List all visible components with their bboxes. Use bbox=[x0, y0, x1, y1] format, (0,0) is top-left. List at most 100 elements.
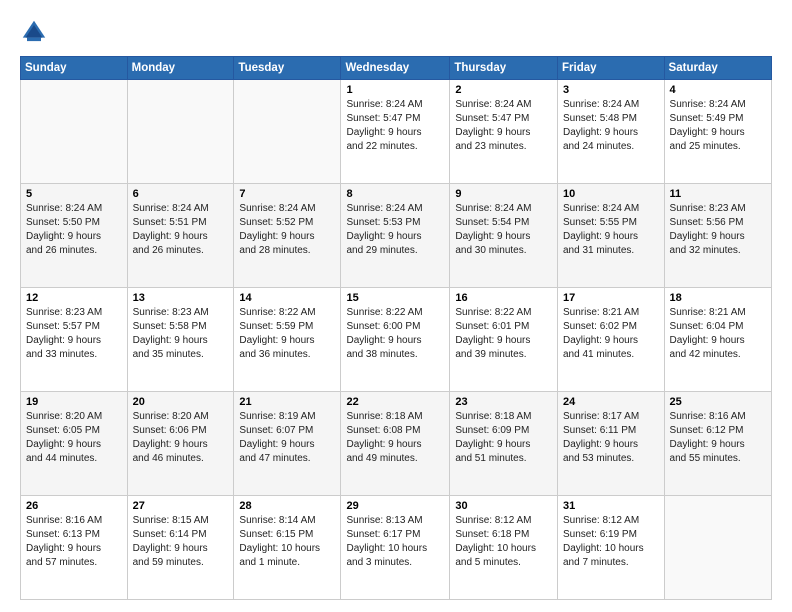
day-cell-8: 8 Sunrise: 8:24 AM Sunset: 5:53 PM Daylig… bbox=[341, 184, 450, 288]
day-number: 13 bbox=[133, 292, 229, 304]
day-cell-6: 6 Sunrise: 8:24 AM Sunset: 5:51 PM Daylig… bbox=[127, 184, 234, 288]
day-number: 7 bbox=[239, 188, 335, 200]
day-cell-2: 2Sunrise: 8:24 AM Sunset: 5:47 PM Daylig… bbox=[450, 80, 558, 184]
weekday-header-wednesday: Wednesday bbox=[341, 57, 450, 80]
day-number: 8 bbox=[346, 188, 444, 200]
day-cell-30: 30Sunrise: 8:12 AM Sunset: 6:18 PM Dayli… bbox=[450, 496, 558, 600]
calendar-page: SundayMondayTuesdayWednesdayThursdayFrid… bbox=[0, 0, 792, 612]
day-cell-14: 14 Sunrise: 8:22 AM Sunset: 5:59 PM Dayli… bbox=[234, 288, 341, 392]
day-info: Sunrise: 8:24 AM Sunset: 5:47 PM Dayligh… bbox=[346, 98, 444, 154]
weekday-header-sunday: Sunday bbox=[21, 57, 128, 80]
day-cell-15: 15 Sunrise: 8:22 AM Sunset: 6:00 PM Dayli… bbox=[341, 288, 450, 392]
day-cell-21: 21 Sunrise: 8:19 AM Sunset: 6:07 PM Dayli… bbox=[234, 392, 341, 496]
day-info: Sunrise: 8:12 AM Sunset: 6:19 PM Dayligh… bbox=[563, 514, 659, 570]
day-info: Sunrise: 8:22 AM Sunset: 6:00 PM Dayligh… bbox=[346, 306, 444, 362]
day-cell-13: 13 Sunrise: 8:23 AM Sunset: 5:58 PM Dayli… bbox=[127, 288, 234, 392]
day-info: Sunrise: 8:18 AM Sunset: 6:08 PM Dayligh… bbox=[346, 410, 444, 466]
weekday-row: SundayMondayTuesdayWednesdayThursdayFrid… bbox=[21, 57, 772, 80]
day-cell-5: 5Sunrise: 8:24 AM Sunset: 5:50 PM Daylig… bbox=[21, 184, 128, 288]
day-cell-26: 26 Sunrise: 8:16 AM Sunset: 6:13 PM Dayli… bbox=[21, 496, 128, 600]
day-number: 25 bbox=[670, 396, 766, 408]
day-cell-4: 4Sunrise: 8:24 AM Sunset: 5:49 PM Daylig… bbox=[664, 80, 771, 184]
logo-icon bbox=[20, 18, 48, 46]
day-number: 16 bbox=[455, 292, 552, 304]
day-info: Sunrise: 8:22 AM Sunset: 6:01 PM Dayligh… bbox=[455, 306, 552, 362]
day-info: Sunrise: 8:20 AM Sunset: 6:05 PM Dayligh… bbox=[26, 410, 122, 466]
day-info: Sunrise: 8:23 AM Sunset: 5:57 PM Dayligh… bbox=[26, 306, 122, 362]
day-info: Sunrise: 8:21 AM Sunset: 6:02 PM Dayligh… bbox=[563, 306, 659, 362]
weekday-header-saturday: Saturday bbox=[664, 57, 771, 80]
day-info: Sunrise: 8:24 AM Sunset: 5:48 PM Dayligh… bbox=[563, 98, 659, 154]
day-number: 12 bbox=[26, 292, 122, 304]
day-info: Sunrise: 8:13 AM Sunset: 6:17 PM Dayligh… bbox=[346, 514, 444, 570]
day-info: Sunrise: 8:24 AM Sunset: 5:54 PM Dayligh… bbox=[455, 202, 552, 258]
day-number: 6 bbox=[133, 188, 229, 200]
day-info: Sunrise: 8:17 AM Sunset: 6:11 PM Dayligh… bbox=[563, 410, 659, 466]
day-number: 28 bbox=[239, 500, 335, 512]
day-cell-9: 9 Sunrise: 8:24 AM Sunset: 5:54 PM Daylig… bbox=[450, 184, 558, 288]
week-row-1: 1 Sunrise: 8:24 AM Sunset: 5:47 PM Daylig… bbox=[21, 80, 772, 184]
day-cell-22: 22 Sunrise: 8:18 AM Sunset: 6:08 PM Dayli… bbox=[341, 392, 450, 496]
day-info: Sunrise: 8:14 AM Sunset: 6:15 PM Dayligh… bbox=[239, 514, 335, 570]
day-cell-17: 17 Sunrise: 8:21 AM Sunset: 6:02 PM Dayli… bbox=[558, 288, 665, 392]
day-number: 29 bbox=[346, 500, 444, 512]
day-number: 20 bbox=[133, 396, 229, 408]
empty-cell bbox=[127, 80, 234, 184]
day-info: Sunrise: 8:16 AM Sunset: 6:12 PM Dayligh… bbox=[670, 410, 766, 466]
day-number: 15 bbox=[346, 292, 444, 304]
week-row-3: 12 Sunrise: 8:23 AM Sunset: 5:57 PM Dayli… bbox=[21, 288, 772, 392]
day-cell-25: 25 Sunrise: 8:16 AM Sunset: 6:12 PM Dayli… bbox=[664, 392, 771, 496]
empty-cell bbox=[664, 496, 771, 600]
day-cell-27: 27Sunrise: 8:15 AM Sunset: 6:14 PM Dayli… bbox=[127, 496, 234, 600]
day-number: 14 bbox=[239, 292, 335, 304]
day-cell-19: 19Sunrise: 8:20 AM Sunset: 6:05 PM Dayli… bbox=[21, 392, 128, 496]
day-info: Sunrise: 8:18 AM Sunset: 6:09 PM Dayligh… bbox=[455, 410, 552, 466]
day-cell-10: 10Sunrise: 8:24 AM Sunset: 5:55 PM Dayli… bbox=[558, 184, 665, 288]
day-cell-12: 12 Sunrise: 8:23 AM Sunset: 5:57 PM Dayli… bbox=[21, 288, 128, 392]
day-info: Sunrise: 8:20 AM Sunset: 6:06 PM Dayligh… bbox=[133, 410, 229, 466]
empty-cell bbox=[234, 80, 341, 184]
weekday-header-monday: Monday bbox=[127, 57, 234, 80]
day-cell-23: 23 Sunrise: 8:18 AM Sunset: 6:09 PM Dayli… bbox=[450, 392, 558, 496]
day-number: 24 bbox=[563, 396, 659, 408]
day-number: 21 bbox=[239, 396, 335, 408]
day-number: 11 bbox=[670, 188, 766, 200]
day-info: Sunrise: 8:24 AM Sunset: 5:55 PM Dayligh… bbox=[563, 202, 659, 258]
day-number: 30 bbox=[455, 500, 552, 512]
weekday-header-friday: Friday bbox=[558, 57, 665, 80]
day-number: 9 bbox=[455, 188, 552, 200]
day-cell-31: 31 Sunrise: 8:12 AM Sunset: 6:19 PM Dayli… bbox=[558, 496, 665, 600]
day-info: Sunrise: 8:23 AM Sunset: 5:58 PM Dayligh… bbox=[133, 306, 229, 362]
day-info: Sunrise: 8:24 AM Sunset: 5:51 PM Dayligh… bbox=[133, 202, 229, 258]
day-info: Sunrise: 8:16 AM Sunset: 6:13 PM Dayligh… bbox=[26, 514, 122, 570]
day-number: 1 bbox=[346, 84, 444, 96]
logo bbox=[20, 18, 52, 46]
day-number: 4 bbox=[670, 84, 766, 96]
day-cell-24: 24 Sunrise: 8:17 AM Sunset: 6:11 PM Dayli… bbox=[558, 392, 665, 496]
day-info: Sunrise: 8:24 AM Sunset: 5:52 PM Dayligh… bbox=[239, 202, 335, 258]
day-number: 26 bbox=[26, 500, 122, 512]
day-number: 17 bbox=[563, 292, 659, 304]
day-info: Sunrise: 8:22 AM Sunset: 5:59 PM Dayligh… bbox=[239, 306, 335, 362]
week-row-2: 5Sunrise: 8:24 AM Sunset: 5:50 PM Daylig… bbox=[21, 184, 772, 288]
day-cell-11: 11Sunrise: 8:23 AM Sunset: 5:56 PM Dayli… bbox=[664, 184, 771, 288]
empty-cell bbox=[21, 80, 128, 184]
day-cell-20: 20 Sunrise: 8:20 AM Sunset: 6:06 PM Dayli… bbox=[127, 392, 234, 496]
day-number: 5 bbox=[26, 188, 122, 200]
day-cell-1: 1 Sunrise: 8:24 AM Sunset: 5:47 PM Daylig… bbox=[341, 80, 450, 184]
week-row-5: 26 Sunrise: 8:16 AM Sunset: 6:13 PM Dayli… bbox=[21, 496, 772, 600]
header bbox=[20, 18, 772, 46]
day-info: Sunrise: 8:19 AM Sunset: 6:07 PM Dayligh… bbox=[239, 410, 335, 466]
day-info: Sunrise: 8:21 AM Sunset: 6:04 PM Dayligh… bbox=[670, 306, 766, 362]
weekday-header-tuesday: Tuesday bbox=[234, 57, 341, 80]
day-number: 23 bbox=[455, 396, 552, 408]
day-cell-28: 28 Sunrise: 8:14 AM Sunset: 6:15 PM Dayli… bbox=[234, 496, 341, 600]
day-cell-29: 29 Sunrise: 8:13 AM Sunset: 6:17 PM Dayli… bbox=[341, 496, 450, 600]
day-number: 31 bbox=[563, 500, 659, 512]
calendar-header: SundayMondayTuesdayWednesdayThursdayFrid… bbox=[21, 57, 772, 80]
day-number: 22 bbox=[346, 396, 444, 408]
day-info: Sunrise: 8:24 AM Sunset: 5:53 PM Dayligh… bbox=[346, 202, 444, 258]
day-cell-18: 18Sunrise: 8:21 AM Sunset: 6:04 PM Dayli… bbox=[664, 288, 771, 392]
day-cell-7: 7 Sunrise: 8:24 AM Sunset: 5:52 PM Daylig… bbox=[234, 184, 341, 288]
week-row-4: 19Sunrise: 8:20 AM Sunset: 6:05 PM Dayli… bbox=[21, 392, 772, 496]
